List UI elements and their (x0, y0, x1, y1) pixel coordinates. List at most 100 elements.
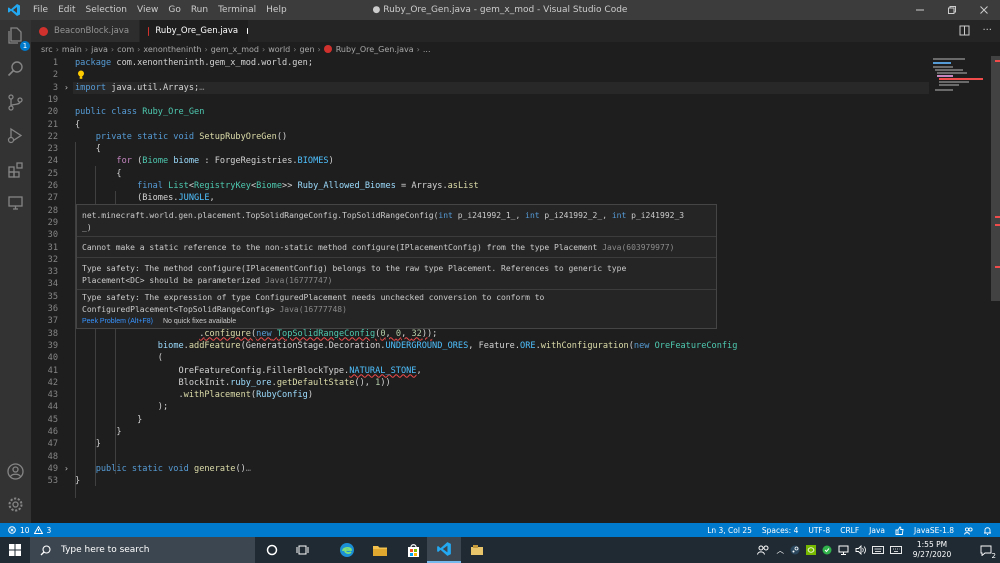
jdk-version[interactable]: JavaSE-1.8 (914, 526, 954, 535)
code-line[interactable]: 38 .configure(new TopSolidRangeConfig(0,… (31, 328, 931, 340)
code-line[interactable]: 47 } (31, 438, 931, 450)
code-line[interactable]: 23 { (31, 143, 931, 155)
feedback-icon[interactable] (964, 526, 973, 535)
code-line[interactable]: 41 OreFeatureConfig.FillerBlockType.NATU… (31, 365, 931, 377)
code-line[interactable]: 44 ); (31, 401, 931, 413)
search-view-button[interactable] (6, 60, 25, 79)
people-icon[interactable] (756, 545, 769, 555)
start-button[interactable] (0, 537, 30, 563)
line-number: 43 (47, 390, 58, 401)
code-line[interactable]: 45 } (31, 414, 931, 426)
code-line[interactable]: 2 (31, 69, 931, 81)
breadcrumb-item[interactable]: com (117, 45, 134, 54)
taskbar-vscode[interactable] (427, 537, 461, 563)
signature-text: _) (82, 222, 92, 232)
breadcrumb-item[interactable]: java (91, 45, 108, 54)
volume-icon[interactable] (855, 545, 866, 555)
code-line[interactable]: 3 › import java.util.Arrays;… (31, 81, 931, 94)
minimap[interactable] (931, 56, 991, 523)
close-button[interactable] (968, 0, 1000, 20)
breadcrumb-item[interactable]: gem_x_mod (211, 45, 259, 54)
vertical-scrollbar[interactable] (991, 56, 1000, 523)
taskbar-store[interactable] (396, 537, 430, 563)
remote-explorer-button[interactable] (6, 194, 25, 213)
cortana-button[interactable] (255, 537, 289, 563)
menu-terminal[interactable]: Terminal (213, 0, 261, 20)
code-line[interactable]: 19 (31, 94, 931, 106)
menu-go[interactable]: Go (163, 0, 185, 20)
breadcrumb-item[interactable]: Ruby_Ore_Gen.java (336, 45, 414, 54)
run-debug-button[interactable] (6, 126, 25, 145)
code-line[interactable]: 26 final List<RegistryKey<Biome>> Ruby_A… (31, 180, 931, 192)
green-app-icon[interactable] (822, 545, 832, 555)
thumbs-up-icon[interactable] (895, 526, 904, 535)
menu-run[interactable]: Run (186, 0, 213, 20)
fold-chevron-icon[interactable]: › (64, 82, 69, 94)
code-line[interactable]: 21 { (31, 119, 931, 131)
task-view-button[interactable] (285, 537, 319, 563)
code-line[interactable]: 22 private static void SetupRubyOreGen() (31, 131, 931, 143)
language-bar-icon[interactable] (872, 545, 884, 555)
end-of-line[interactable]: CRLF (840, 526, 859, 535)
unsaved-dot-icon[interactable] (247, 28, 248, 34)
run-debug-icon (7, 127, 23, 144)
nvidia-icon[interactable] (806, 545, 816, 555)
code-line[interactable]: 46 } (31, 426, 931, 438)
encoding[interactable]: UTF-8 (808, 526, 830, 535)
accounts-button[interactable] (6, 462, 25, 481)
language-mode[interactable]: Java (869, 526, 885, 535)
show-hidden-icons-icon[interactable]: ︿ (777, 545, 785, 556)
lightbulb-icon[interactable] (77, 70, 85, 80)
action-center-button[interactable]: 2 (976, 537, 996, 563)
code-line[interactable]: 40 ( (31, 352, 931, 364)
minimize-button[interactable] (904, 0, 936, 20)
breadcrumb-item[interactable]: gen (299, 45, 314, 54)
manage-button[interactable] (6, 495, 25, 514)
breadcrumb-item[interactable]: main (62, 45, 82, 54)
code-line[interactable]: 39 biome.addFeature(GenerationStage.Deco… (31, 340, 931, 352)
more-actions-icon[interactable]: ··· (982, 25, 992, 36)
code-line[interactable]: 20 public class Ruby_Ore_Gen (31, 106, 931, 118)
breadcrumb-item[interactable]: ... (423, 45, 431, 54)
steam-icon[interactable] (790, 545, 800, 555)
problems-indicator[interactable]: 10 3 (8, 526, 51, 535)
fold-chevron-icon[interactable]: › (64, 463, 69, 475)
menu-selection[interactable]: Selection (81, 0, 132, 20)
taskbar-edge[interactable] (330, 537, 364, 563)
taskbar-app[interactable] (460, 537, 494, 563)
scrollbar-thumb[interactable] (991, 56, 1000, 301)
menu-view[interactable]: View (132, 0, 163, 20)
split-editor-icon[interactable] (959, 25, 970, 36)
source-control-button[interactable] (6, 93, 25, 112)
code-line[interactable]: 42 BlockInit.ruby_ore.getDefaultState(),… (31, 377, 931, 389)
taskbar-search-box[interactable]: Type here to search (30, 537, 255, 563)
menu-help[interactable]: Help (261, 0, 292, 20)
menu-edit[interactable]: Edit (53, 0, 80, 20)
breadcrumb-item[interactable]: src (41, 45, 53, 54)
notifications-bell-icon[interactable] (983, 526, 992, 535)
tab-beaconblock[interactable]: BeaconBlock.java (31, 20, 139, 42)
indentation[interactable]: Spaces: 4 (762, 526, 798, 535)
breadcrumb-item[interactable]: world (268, 45, 290, 54)
line-number: 39 (47, 340, 58, 351)
explorer-button[interactable]: 1 (6, 26, 30, 51)
restore-button[interactable] (936, 0, 968, 20)
taskbar-file-explorer[interactable] (363, 537, 397, 563)
ime-icon[interactable] (890, 545, 902, 555)
peek-problem-link[interactable]: Peek Problem (Alt+F8) (82, 318, 153, 325)
code-line[interactable]: 53} (31, 475, 931, 487)
taskbar-clock[interactable]: 1:55 PM 9/27/2020 (908, 540, 956, 560)
code-line[interactable]: 43 .withPlacement(RubyConfig) (31, 389, 931, 401)
code-line[interactable]: 49 › public static void generate()… (31, 463, 931, 475)
menu-file[interactable]: File (28, 0, 53, 20)
code-line[interactable]: 24 for (Biome biome : ForgeRegistries.BI… (31, 155, 931, 167)
code-line[interactable]: 25 { (31, 168, 931, 180)
cursor-position[interactable]: Ln 3, Col 25 (707, 526, 752, 535)
code-line[interactable]: 1 package com.xenontheninth.gem_x_mod.wor… (31, 57, 931, 69)
tab-ruby-ore-gen[interactable]: Ruby_Ore_Gen.java (140, 20, 248, 42)
code-line[interactable]: 48 (31, 451, 931, 463)
code-line[interactable]: 27 (Biomes.JUNGLE, (31, 192, 931, 204)
breadcrumb-item[interactable]: xenontheninth (143, 45, 201, 54)
network-icon[interactable] (838, 545, 849, 555)
extensions-button[interactable] (6, 160, 25, 179)
